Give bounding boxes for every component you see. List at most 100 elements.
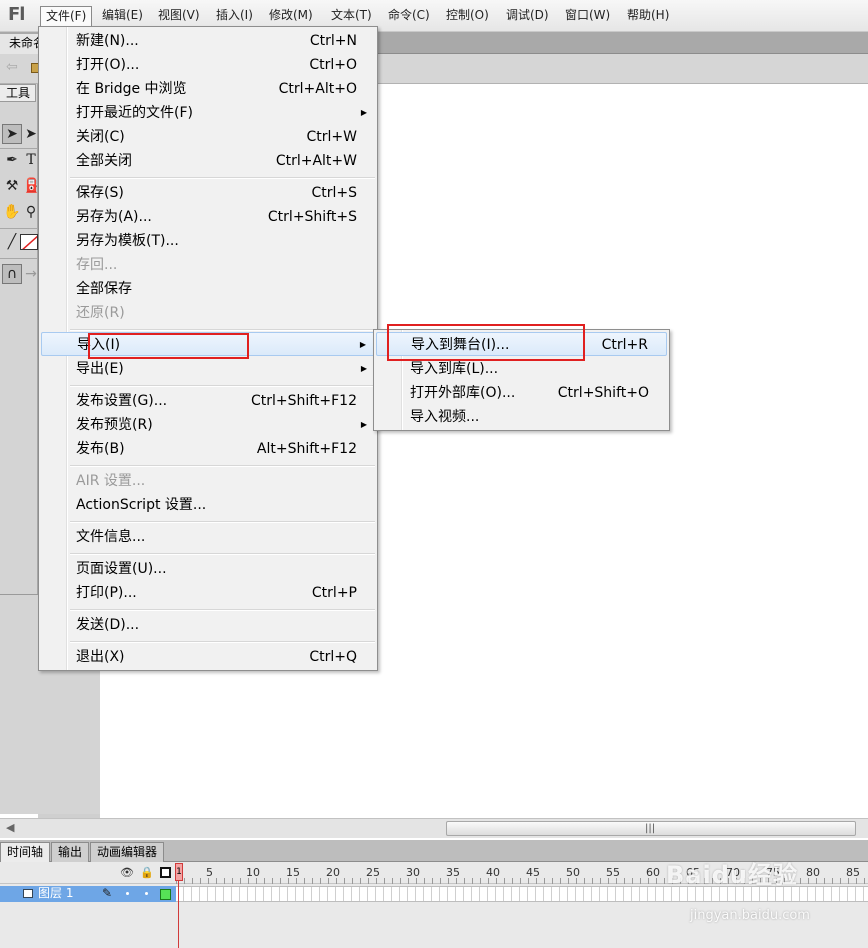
hand-tool-icon[interactable]: ✋ <box>2 202 22 222</box>
menu-item-export[interactable]: 导出(E) ▶ <box>41 357 375 381</box>
pencil-icon: ✎ <box>102 886 113 900</box>
menu-item-shortcut: Ctrl+Shift+F12 <box>250 393 357 409</box>
smooth-icon[interactable]: → <box>24 264 38 284</box>
menu-item-close-all[interactable]: 全部关闭 Ctrl+Alt+W <box>41 149 375 173</box>
menu-insert[interactable]: 插入(I) <box>211 6 258 26</box>
menu-item-file-info[interactable]: 文件信息... <box>41 525 375 549</box>
menu-item-label: 发布设置(G)... <box>76 393 168 409</box>
menu-item-label: 文件信息... <box>76 529 146 545</box>
fill-color-swatch-icon[interactable] <box>20 234 38 250</box>
menu-item-page-setup[interactable]: 页面设置(U)... <box>41 557 375 581</box>
scrollbar-thumb[interactable]: ||| <box>446 821 856 836</box>
menu-modify[interactable]: 修改(M) <box>264 6 318 26</box>
watermark-logo: Baidu经验 <box>666 861 798 889</box>
menu-item-label: 发送(D)... <box>76 617 140 633</box>
menu-item-shortcut: Ctrl+Shift+S <box>267 209 357 225</box>
menu-item-print[interactable]: 打印(P)... Ctrl+P <box>41 581 375 605</box>
menu-item-shortcut: Alt+Shift+F12 <box>256 441 357 457</box>
menu-edit[interactable]: 编辑(E) <box>97 6 148 26</box>
horizontal-scrollbar[interactable]: ◀ ||| <box>0 818 868 838</box>
menu-separator <box>70 641 375 643</box>
menu-item-send[interactable]: 发送(D)... <box>41 613 375 637</box>
lock-icon[interactable]: 🔒 <box>140 866 154 879</box>
tool-divider <box>0 258 38 259</box>
lock-dot-icon[interactable] <box>145 892 148 895</box>
menu-item-label: 新建(N)... <box>76 33 139 49</box>
playhead[interactable]: 1 <box>175 862 183 948</box>
stroke-color-icon[interactable]: ╱ <box>2 232 22 252</box>
submenu-arrow-icon: ▶ <box>360 420 367 429</box>
pen-tool-icon[interactable]: ✒ <box>2 150 22 170</box>
menu-item-shortcut: Ctrl+W <box>306 129 357 145</box>
menu-item-label: 打开最近的文件(F) <box>76 105 193 121</box>
tab-output[interactable]: 输出 <box>51 842 90 862</box>
menu-item-label: 还原(R) <box>76 305 125 321</box>
menu-debug[interactable]: 调试(D) <box>501 6 554 26</box>
submenu-arrow-icon: ▶ <box>360 108 367 117</box>
menu-item-browse-bridge[interactable]: 在 Bridge 中浏览 Ctrl+Alt+O <box>41 77 375 101</box>
document-tab[interactable]: 未命名 <box>0 34 40 54</box>
menu-item-shortcut: Ctrl+N <box>309 33 357 49</box>
snap-magnet-icon[interactable]: ∩ <box>2 264 22 284</box>
menu-item-close[interactable]: 关闭(C) Ctrl+W <box>41 125 375 149</box>
menu-item-new[interactable]: 新建(N)... Ctrl+N <box>41 29 375 53</box>
menu-item-label: 发布(B) <box>76 441 125 457</box>
paint-bucket-icon[interactable]: ⛽ <box>24 176 38 196</box>
submenu-item-open-external-library[interactable]: 打开外部库(O)... Ctrl+Shift+O <box>376 381 667 405</box>
scroll-left-arrow-icon[interactable]: ◀ <box>6 821 14 834</box>
menu-item-exit[interactable]: 退出(X) Ctrl+Q <box>41 645 375 669</box>
menu-item-check-in: 存回... <box>41 253 375 277</box>
menu-control[interactable]: 控制(O) <box>441 6 494 26</box>
menu-item-save[interactable]: 保存(S) Ctrl+S <box>41 181 375 205</box>
layer-row[interactable]: 图层 1 ✎ <box>0 886 176 902</box>
watermark-url: jingyan.baidu.com <box>690 908 810 923</box>
menu-item-save-as-template[interactable]: 另存为模板(T)... <box>41 229 375 253</box>
menu-file[interactable]: 文件(F) <box>40 6 93 26</box>
tools-panel-title[interactable]: 工具 <box>0 84 36 102</box>
menu-item-save-all[interactable]: 全部保存 <box>41 277 375 301</box>
menu-item-open[interactable]: 打开(O)... Ctrl+O <box>41 53 375 77</box>
menu-item-label: 打开(O)... <box>76 57 140 73</box>
menu-commands[interactable]: 命令(C) <box>383 6 435 26</box>
selection-tool-icon[interactable]: ➤ <box>2 124 22 144</box>
subselection-tool-icon[interactable]: ➤ <box>24 124 38 144</box>
menu-item-publish[interactable]: 发布(B) Alt+Shift+F12 <box>41 437 375 461</box>
playhead-frame[interactable]: 1 <box>175 863 183 881</box>
menu-item-shortcut: Ctrl+O <box>309 57 357 73</box>
menu-item-label: 另存为模板(T)... <box>76 233 179 249</box>
menu-item-shortcut: Ctrl+Q <box>309 649 357 665</box>
menu-separator <box>70 385 375 387</box>
outline-icon[interactable] <box>160 867 171 878</box>
menu-item-shortcut: Ctrl+P <box>311 585 357 601</box>
menu-window[interactable]: 窗口(W) <box>560 6 615 26</box>
submenu-item-import-video[interactable]: 导入视频... <box>376 405 667 429</box>
menu-item-label: AIR 设置... <box>76 473 146 489</box>
menu-help[interactable]: 帮助(H) <box>622 6 674 26</box>
menu-text[interactable]: 文本(T) <box>326 6 377 26</box>
menu-item-publish-settings[interactable]: 发布设置(G)... Ctrl+Shift+F12 <box>41 389 375 413</box>
menu-item-air-settings: AIR 设置... <box>41 469 375 493</box>
menu-item-actionscript-settings[interactable]: ActionScript 设置... <box>41 493 375 517</box>
menu-item-shortcut: Ctrl+R <box>601 337 648 353</box>
menu-separator <box>70 465 375 467</box>
annotation-box-import-to-stage <box>387 324 585 361</box>
tool-divider <box>0 148 38 149</box>
menu-view[interactable]: 视图(V) <box>153 6 205 26</box>
visibility-dot-icon[interactable] <box>126 892 129 895</box>
layer-name[interactable]: 图层 1 <box>38 886 73 901</box>
menu-item-shortcut: Ctrl+Alt+W <box>275 153 357 169</box>
menu-item-publish-preview[interactable]: 发布预览(R) ▶ <box>41 413 375 437</box>
tab-motion-editor[interactable]: 动画编辑器 <box>90 842 165 862</box>
back-arrow-icon[interactable]: ⇦ <box>6 59 18 75</box>
bone-tool-icon[interactable]: ⚒ <box>2 176 22 196</box>
menu-item-open-recent[interactable]: 打开最近的文件(F) ▶ <box>41 101 375 125</box>
menu-item-save-as[interactable]: 另存为(A)... Ctrl+Shift+S <box>41 205 375 229</box>
layer-outline-color-icon[interactable] <box>160 889 171 900</box>
tab-timeline[interactable]: 时间轴 <box>0 842 51 862</box>
playhead-line <box>178 881 179 948</box>
text-tool-icon[interactable]: T <box>24 150 38 170</box>
menu-item-label: 全部关闭 <box>76 153 132 169</box>
menu-item-label: 打开外部库(O)... <box>410 385 516 401</box>
zoom-tool-icon[interactable]: ⚲ <box>24 202 38 222</box>
eye-icon[interactable]: 👁 <box>120 866 134 879</box>
